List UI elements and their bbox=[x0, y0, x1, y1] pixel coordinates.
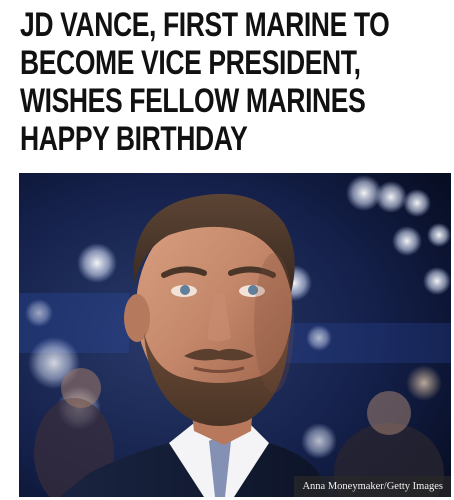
photo-illustration bbox=[19, 173, 451, 497]
headline: JD VANCE, FIRST MARINE TO BECOME VICE PR… bbox=[20, 6, 390, 158]
headline-line-4: HAPPY BIRTHDAY bbox=[20, 120, 248, 158]
article-photo[interactable]: Anna Moneymaker/Getty Images bbox=[19, 173, 451, 497]
article: JD VANCE, FIRST MARINE TO BECOME VICE PR… bbox=[0, 0, 454, 500]
headline-line-2: BECOME VICE PRESIDENT, bbox=[20, 44, 361, 82]
headline-line-3: WISHES FELLOW MARINES bbox=[20, 82, 366, 120]
headline-line-1: JD VANCE, FIRST MARINE TO bbox=[20, 6, 390, 44]
photo-credit: Anna Moneymaker/Getty Images bbox=[294, 476, 451, 497]
